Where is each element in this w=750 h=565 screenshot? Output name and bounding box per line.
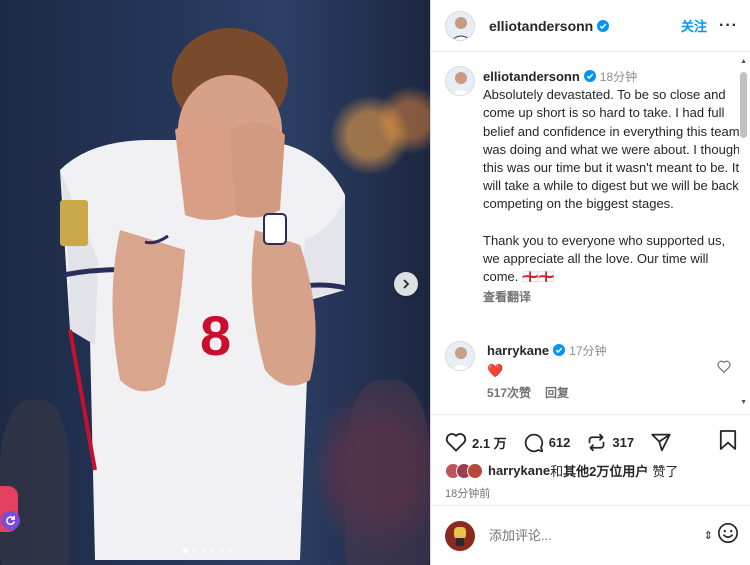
verified-badge-icon bbox=[583, 70, 596, 82]
comment-meta: 517次赞 回复 bbox=[487, 384, 569, 401]
caption-username[interactable]: elliotandersonn bbox=[483, 69, 580, 84]
comment-time: 17分钟 bbox=[569, 344, 607, 358]
carousel-next-button[interactable] bbox=[394, 272, 418, 296]
carousel-dot bbox=[228, 548, 233, 553]
caption-paragraph-1: Absolutely devastated. To be so close an… bbox=[483, 87, 739, 212]
like-button[interactable]: 2.1 万 bbox=[445, 432, 507, 452]
post-header: elliotandersonn 关注 ··· bbox=[431, 0, 750, 52]
likes-summary: harrykane 和其他2万位用户 赞了 bbox=[445, 461, 678, 480]
comments-list: elliotandersonn 18分钟 Absolutely devastate… bbox=[431, 60, 739, 410]
share-icon bbox=[651, 433, 671, 451]
scroll-up-icon[interactable]: ▲ bbox=[740, 58, 747, 65]
scroll-down-icon[interactable]: ▼ bbox=[740, 399, 747, 406]
comment-button[interactable]: 612 bbox=[523, 432, 571, 453]
add-comment-bar: ⇕ bbox=[431, 505, 750, 565]
smiley-icon bbox=[718, 523, 738, 543]
current-user-avatar bbox=[445, 520, 475, 551]
author-avatar[interactable] bbox=[445, 66, 475, 96]
repost-button[interactable]: 317 bbox=[586, 432, 634, 453]
carousel-dot bbox=[192, 548, 197, 553]
likes-suffix: 赞了 bbox=[652, 464, 679, 479]
carousel-dot bbox=[219, 548, 224, 553]
caption-paragraph-2: Thank you to everyone who supported us, … bbox=[483, 232, 729, 285]
like-count: 2.1 万 bbox=[472, 435, 507, 451]
resize-handle-icon[interactable]: ⇕ bbox=[704, 529, 713, 542]
reply-button[interactable]: 回复 bbox=[545, 384, 569, 401]
repost-icon bbox=[589, 433, 605, 451]
emoji-button[interactable] bbox=[717, 522, 739, 549]
likes-connector: 和 bbox=[550, 464, 564, 479]
comment-count: 612 bbox=[548, 434, 571, 450]
post-actions: 2.1 万 612 317 harrykane 和其他2万位用户 赞了 18分钟… bbox=[431, 414, 750, 500]
carousel-indicator bbox=[183, 548, 233, 553]
liker-username[interactable]: harrykane bbox=[488, 463, 550, 478]
post-timestamp: 18分钟前 bbox=[445, 488, 491, 500]
carousel-dot bbox=[210, 548, 215, 553]
heart-icon[interactable] bbox=[717, 360, 731, 373]
commenter-username[interactable]: harrykane bbox=[487, 343, 549, 358]
comment-body: harrykane 17分钟 ❤️ bbox=[487, 342, 607, 379]
author-avatar[interactable] bbox=[445, 10, 475, 41]
player-illustration: 8 bbox=[60, 28, 347, 560]
liker-avatar bbox=[467, 462, 483, 479]
post-detail-panel: elliotandersonn 关注 ··· elliotandersonn 18… bbox=[430, 0, 750, 565]
post-photo: 8 bbox=[0, 0, 430, 565]
likes-others[interactable]: 其他2万位用户 bbox=[563, 461, 648, 480]
comment-text: ❤️ bbox=[487, 363, 504, 378]
comment-likes[interactable]: 517次赞 bbox=[487, 384, 531, 401]
more-options-button[interactable]: ··· bbox=[719, 17, 738, 35]
share-button[interactable] bbox=[650, 432, 672, 453]
action-bar: 2.1 万 612 317 bbox=[445, 429, 737, 455]
caption-body: elliotandersonn 18分钟 Absolutely devastate… bbox=[483, 68, 739, 306]
verified-badge-icon bbox=[553, 344, 566, 356]
heart-icon bbox=[445, 433, 467, 452]
comment-item: harrykane 17分钟 ❤️ 517次赞 回复 bbox=[445, 338, 735, 408]
follow-button[interactable]: 关注 bbox=[681, 16, 707, 35]
repost-count: 317 bbox=[612, 434, 635, 450]
see-translation-link[interactable]: 查看翻译 bbox=[483, 288, 739, 306]
carousel-dot bbox=[183, 548, 188, 553]
scrollbar-thumb[interactable] bbox=[740, 72, 747, 138]
author-username[interactable]: elliotandersonn bbox=[489, 18, 593, 34]
verified-badge-icon bbox=[597, 19, 610, 32]
liker-avatars[interactable] bbox=[445, 462, 483, 479]
comment-icon bbox=[524, 433, 543, 452]
chevron-right-icon bbox=[403, 279, 410, 289]
bookmark-icon bbox=[719, 429, 737, 450]
svg-text:8: 8 bbox=[200, 304, 231, 367]
caption-time: 18分钟 bbox=[599, 70, 638, 84]
carousel-dot bbox=[201, 548, 206, 553]
comment-input[interactable] bbox=[489, 528, 679, 543]
commenter-avatar[interactable] bbox=[445, 341, 475, 371]
save-button[interactable] bbox=[719, 429, 737, 455]
refresh-icon[interactable] bbox=[1, 511, 20, 530]
